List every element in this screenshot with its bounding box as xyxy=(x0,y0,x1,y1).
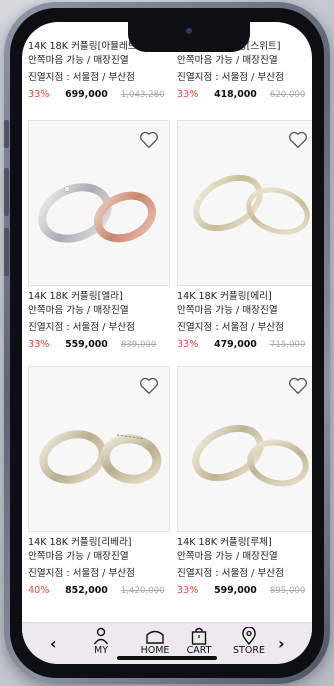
chevron-left-icon[interactable]: ‹ xyxy=(50,634,57,653)
heart-icon[interactable] xyxy=(288,377,308,395)
product-shops: 진열지점 : 서울점 / 부산점 xyxy=(28,322,135,333)
discount-rate: 33% xyxy=(28,89,50,100)
discount-rate: 33% xyxy=(177,89,199,100)
home-indicator xyxy=(117,656,217,660)
price-row: 33% 559,000 839,000 xyxy=(28,338,170,352)
product-shops: 진열지점 : 서울점 / 부산점 xyxy=(177,568,284,579)
sale-price: 479,000 xyxy=(214,339,257,350)
product-image[interactable] xyxy=(177,366,312,532)
product-title[interactable]: 14K 18K 커플링[엘라] xyxy=(28,290,170,304)
nav-cart[interactable]: CART xyxy=(179,627,219,656)
heart-icon[interactable] xyxy=(288,131,308,149)
nav-my[interactable]: MY xyxy=(81,627,121,656)
discount-rate: 33% xyxy=(177,339,199,350)
heart-icon[interactable] xyxy=(139,131,159,149)
discount-rate: 33% xyxy=(28,339,50,350)
volume-down-button xyxy=(4,228,9,276)
location-pin-icon xyxy=(242,627,256,645)
product-shops: 진열지점 : 서울점 / 부산점 xyxy=(28,72,135,83)
home-icon xyxy=(146,630,164,644)
notch xyxy=(128,22,250,52)
original-price: 1,043,280 xyxy=(120,90,165,100)
product-card[interactable]: 14K 18K 커플링[엘라] 안쪽마음 가능 / 매장진열 진열지점 : 서울… xyxy=(28,120,170,352)
person-icon xyxy=(93,627,109,645)
nav-cart-label: CART xyxy=(186,645,212,656)
phone-screen: 14K 18K 커플링[아뮬레트] 안쪽마음 가능 / 매장진열 진열지점 : … xyxy=(22,22,312,664)
product-card[interactable]: 14K 18K 커플링[리베라] 안쪽마음 가능 / 매장진열 진열지점 : 서… xyxy=(28,366,170,598)
sale-price: 418,000 xyxy=(214,89,257,100)
sale-price: 699,000 xyxy=(65,89,108,100)
original-price: 1,420,000 xyxy=(120,586,165,596)
product-subtitle: 안쪽마음 가능 / 매장진열 xyxy=(28,55,129,66)
price-row: 33% 699,000 1,043,280 xyxy=(28,88,170,102)
sale-price: 599,000 xyxy=(214,585,257,596)
product-shops: 진열지점 : 서울점 / 부산점 xyxy=(177,72,284,83)
product-subtitle: 안쪽마음 가능 / 매장진열 xyxy=(177,551,278,562)
nav-store[interactable]: STORE xyxy=(229,627,269,656)
product-subtitle: 안쪽마음 가능 / 매장진열 xyxy=(28,551,129,562)
discount-rate: 40% xyxy=(28,585,50,596)
sale-price: 852,000 xyxy=(65,585,108,596)
price-row: 33% 479,000 715,000 xyxy=(177,338,312,352)
product-title[interactable]: 14K 18K 커플링[에리] xyxy=(177,290,312,304)
original-price: 620,000 xyxy=(269,90,306,100)
chevron-right-icon[interactable]: › xyxy=(278,634,285,653)
heart-icon[interactable] xyxy=(139,377,159,395)
price-row: 40% 852,000 1,420,000 xyxy=(28,584,170,598)
original-price: 715,000 xyxy=(269,340,306,350)
mute-switch xyxy=(4,120,9,148)
nav-home[interactable]: HOME xyxy=(135,627,175,656)
price-row: 33% 599,000 895,000 xyxy=(177,584,312,598)
product-title[interactable]: 14K 18K 커플링[루체] xyxy=(177,536,312,550)
product-title[interactable]: 14K 18K 커플링[리베라] xyxy=(28,536,170,550)
sale-price: 559,000 xyxy=(65,339,108,350)
volume-up-button xyxy=(4,168,9,216)
product-shops: 진열지점 : 서울점 / 부산점 xyxy=(28,568,135,579)
product-grid: 14K 18K 커플링[아뮬레트] 안쪽마음 가능 / 매장진열 진열지점 : … xyxy=(22,22,312,622)
original-price: 895,000 xyxy=(269,586,306,596)
product-subtitle: 안쪽마음 가능 / 매장진열 xyxy=(177,305,278,316)
product-card[interactable]: 14K 18K 커플링[루체] 안쪽마음 가능 / 매장진열 진열지점 : 서울… xyxy=(177,366,312,598)
product-image[interactable] xyxy=(28,120,170,286)
product-subtitle: 안쪽마음 가능 / 매장진열 xyxy=(28,305,129,316)
front-camera xyxy=(186,28,192,34)
original-price: 839,000 xyxy=(120,340,157,350)
nav-home-label: HOME xyxy=(140,645,170,656)
nav-store-label: STORE xyxy=(233,645,265,656)
price-row: 33% 418,000 620,000 xyxy=(177,88,312,102)
product-shops: 진열지점 : 서울점 / 부산점 xyxy=(177,322,284,333)
product-image[interactable] xyxy=(177,120,312,286)
product-subtitle: 안쪽마음 가능 / 매장진열 xyxy=(177,55,278,66)
nav-my-label: MY xyxy=(94,645,108,656)
product-image[interactable] xyxy=(28,366,170,532)
product-card[interactable]: 14K 18K 커플링[에리] 안쪽마음 가능 / 매장진열 진열지점 : 서울… xyxy=(177,120,312,352)
discount-rate: 33% xyxy=(177,585,199,596)
bag-icon xyxy=(191,627,207,645)
